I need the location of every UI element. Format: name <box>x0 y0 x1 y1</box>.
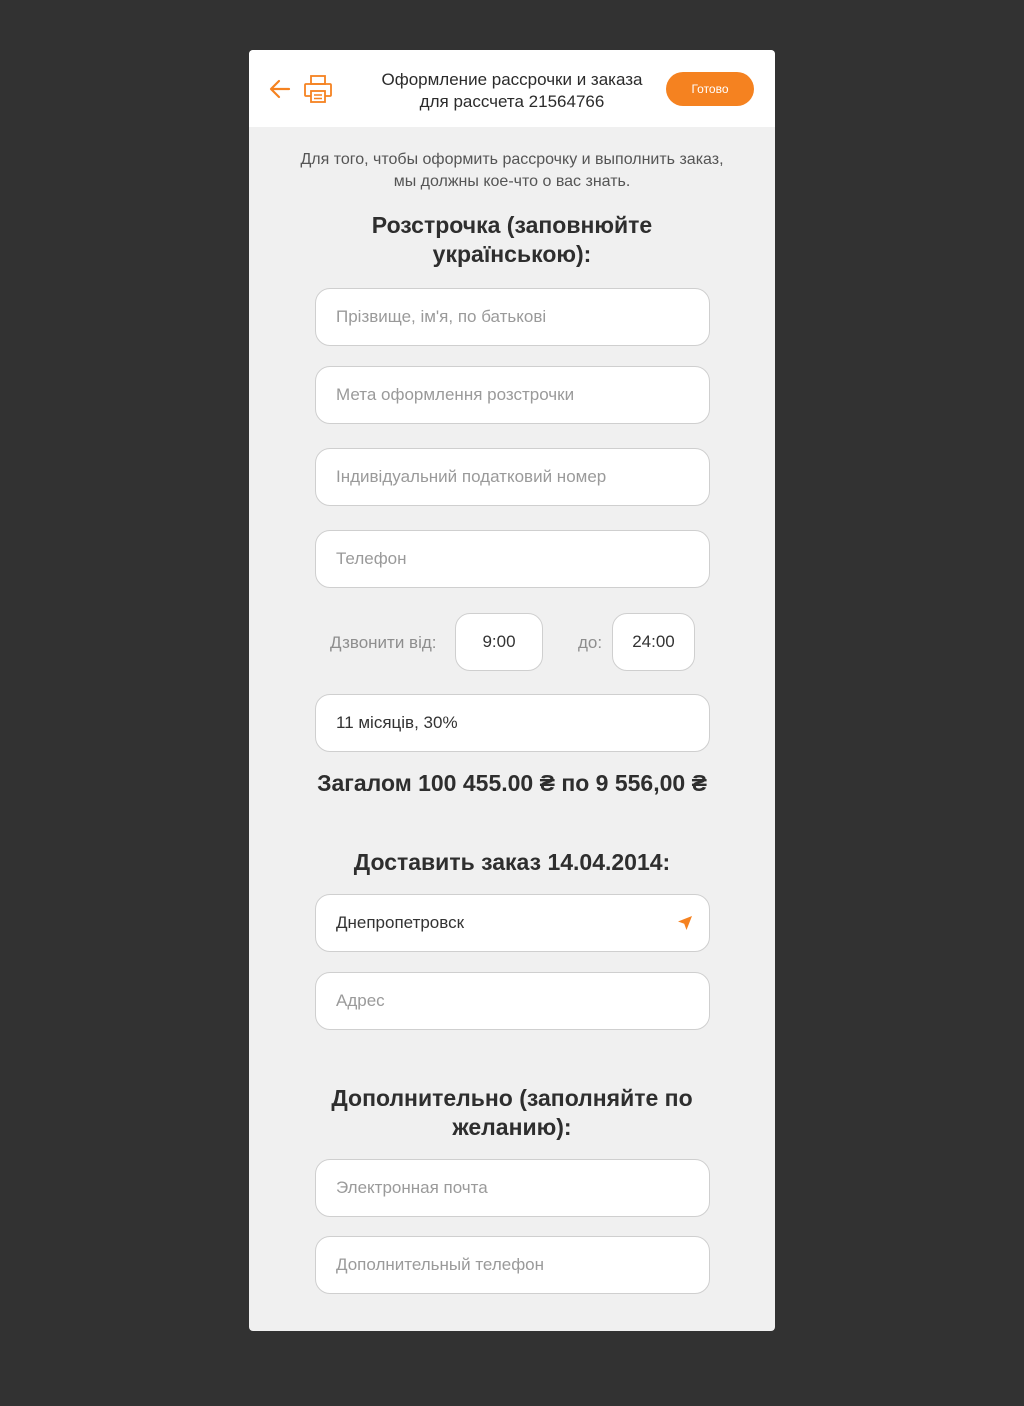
extra-phone-field[interactable] <box>315 1236 710 1294</box>
full-name-field[interactable] <box>315 288 710 346</box>
intro-text: Для того, чтобы оформить рассрочку и вып… <box>300 151 724 190</box>
call-to-label: до: <box>578 633 603 652</box>
printer-icon <box>304 75 332 103</box>
email-input[interactable] <box>316 1160 709 1216</box>
call-from-field[interactable] <box>455 613 543 671</box>
call-from-label: Дзвонити від: <box>330 633 437 652</box>
page-title: Оформление рассрочки и заказа для рассче… <box>381 70 643 111</box>
order-form-card: Оформление рассрочки и заказа для рассче… <box>249 50 775 1331</box>
purpose-input[interactable] <box>316 367 709 423</box>
address-field[interactable] <box>315 972 710 1030</box>
header-bar: Оформление рассрочки и заказа для рассче… <box>249 50 775 127</box>
phone-input[interactable] <box>316 531 709 587</box>
address-input[interactable] <box>316 973 709 1029</box>
installment-plan-input[interactable] <box>316 695 709 751</box>
back-button[interactable] <box>267 76 293 102</box>
installment-total: Загалом 100 455.00 ₴ по 9 556,00 ₴ <box>317 770 707 796</box>
installment-plan-field[interactable] <box>315 694 710 752</box>
tax-id-input[interactable] <box>316 449 709 505</box>
purpose-field[interactable] <box>315 366 710 424</box>
call-to-input[interactable] <box>613 614 694 670</box>
call-to-field[interactable] <box>612 613 695 671</box>
additional-section-title: Дополнительно (заполняйте по желанию): <box>331 1085 693 1140</box>
delivery-section-title: Доставить заказ 14.04.2014: <box>353 849 671 875</box>
email-field[interactable] <box>315 1159 710 1217</box>
location-arrow-icon[interactable] <box>677 915 693 931</box>
full-name-input[interactable] <box>316 289 709 345</box>
phone-field[interactable] <box>315 530 710 588</box>
arrow-left-icon <box>269 79 291 99</box>
extra-phone-input[interactable] <box>316 1237 709 1293</box>
call-from-input[interactable] <box>456 614 542 670</box>
city-input[interactable] <box>316 895 709 951</box>
city-field[interactable] <box>315 894 710 952</box>
installment-section-title: Розстрочка (заповнюйте українською): <box>371 212 653 267</box>
tax-id-field[interactable] <box>315 448 710 506</box>
done-button[interactable]: Готово <box>666 72 754 106</box>
print-button[interactable] <box>303 74 333 104</box>
